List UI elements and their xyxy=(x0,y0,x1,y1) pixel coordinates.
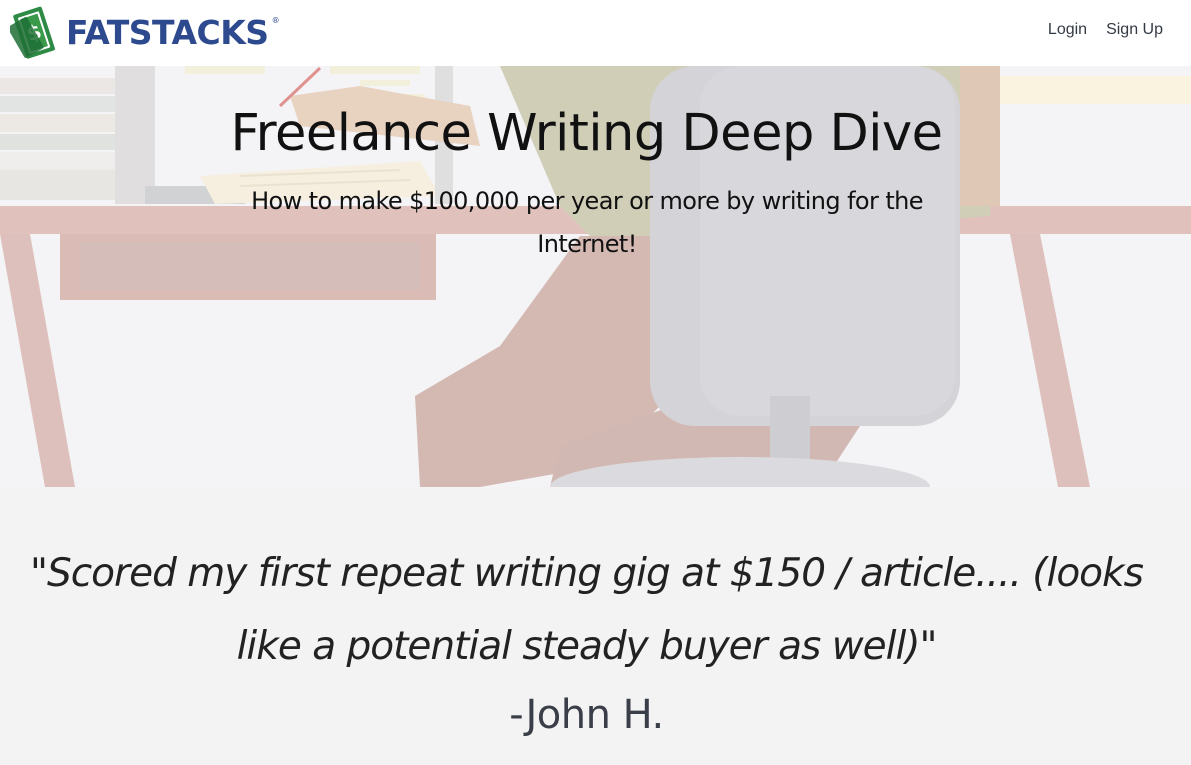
page-title: Freelance Writing Deep Dive xyxy=(230,104,943,163)
testimonial-author: -John H. xyxy=(509,692,664,738)
testimonial-quote: "Scored my first repeat writing gig at $… xyxy=(30,551,1144,669)
fatstacks-logo[interactable]: $ FATSTACKS ® xyxy=(10,2,280,62)
page-subtitle: How to make $100,000 per year or more by… xyxy=(251,187,923,258)
signup-link[interactable]: Sign Up xyxy=(1106,21,1163,39)
testimonial-section: "Scored my first repeat writing gig at $… xyxy=(0,487,1191,765)
hero-section: Freelance Writing Deep Dive How to make … xyxy=(0,66,1191,487)
money-icon: $ xyxy=(10,6,55,59)
site-header: $ FATSTACKS ® Login Sign Up xyxy=(0,0,1191,66)
registered-mark: ® xyxy=(271,16,280,25)
login-link[interactable]: Login xyxy=(1048,21,1087,39)
top-nav: Login Sign Up xyxy=(1048,21,1163,39)
logo-text: FATSTACKS xyxy=(66,12,269,52)
